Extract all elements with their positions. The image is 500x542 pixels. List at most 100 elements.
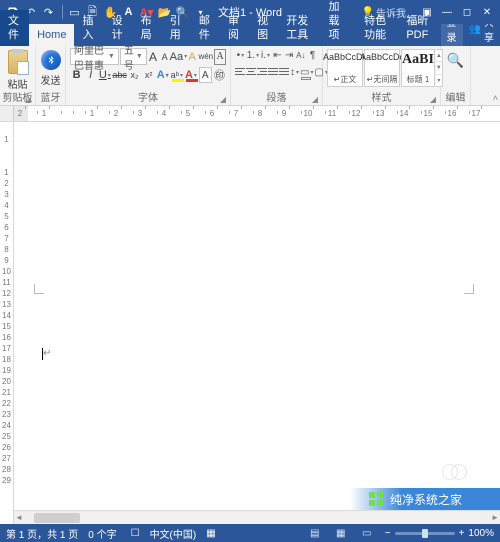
phonetic-guide-button[interactable]: wén bbox=[198, 49, 213, 65]
ruler-tick: 1 bbox=[86, 109, 98, 118]
ruler-tick: 16 bbox=[446, 109, 458, 118]
line-spacing-glyph: ↕ bbox=[290, 67, 295, 78]
bluetooth-send-label[interactable]: 发送 bbox=[41, 72, 61, 87]
align-center-button[interactable] bbox=[246, 65, 256, 80]
tab-view[interactable]: 视图 bbox=[249, 10, 278, 46]
redo-icon[interactable]: ↷ bbox=[40, 4, 57, 21]
char-shading-button[interactable]: A bbox=[199, 67, 212, 83]
styles-launcher-icon[interactable]: ◢ bbox=[428, 94, 438, 104]
chevron-down-icon: ▼ bbox=[108, 53, 115, 60]
multilevel-button[interactable]: i.▾ bbox=[260, 48, 271, 63]
clear-format-button[interactable]: A bbox=[187, 49, 198, 65]
status-macro-icon[interactable]: ▦ bbox=[206, 528, 215, 539]
view-read-icon[interactable]: ▤ bbox=[307, 526, 323, 540]
tab-home[interactable]: Home bbox=[29, 24, 74, 46]
close-icon[interactable]: ✕ bbox=[478, 3, 496, 21]
scroll-thumb[interactable] bbox=[34, 513, 80, 523]
horizontal-ruler[interactable]: 211234567891011121314151617 bbox=[0, 106, 500, 122]
style-normal[interactable]: AaBbCcDc ↵正文 bbox=[327, 49, 363, 87]
text-effects-button[interactable]: A▾ bbox=[156, 67, 169, 83]
strike-button[interactable]: abc bbox=[112, 67, 127, 83]
font-color-button[interactable]: A▾ bbox=[184, 67, 197, 83]
ruler-tick: 12 bbox=[0, 289, 13, 300]
find-icon[interactable]: 🔍 bbox=[447, 52, 464, 69]
tab-addins[interactable]: 加载项 bbox=[320, 0, 356, 46]
subscript-button[interactable]: x₂ bbox=[128, 67, 141, 83]
style-nospacing[interactable]: AaBbCcDc ↵无间隔 bbox=[364, 49, 400, 87]
ruler-tick: 10 bbox=[302, 109, 314, 118]
line-spacing-button[interactable]: ↕▾ bbox=[290, 65, 299, 80]
tab-layout[interactable]: 布局 bbox=[133, 10, 162, 46]
group-clipboard: 粘贴 剪贴板 ◢ bbox=[0, 46, 36, 105]
grow-font-button[interactable]: A bbox=[148, 49, 159, 65]
minimize-icon[interactable]: — bbox=[438, 3, 456, 21]
shrink-font-button[interactable]: A bbox=[159, 49, 170, 65]
scroll-track[interactable] bbox=[34, 513, 480, 523]
status-language[interactable]: 中文(中国) bbox=[150, 526, 197, 541]
document-viewport[interactable]: ↵ bbox=[14, 122, 500, 510]
tab-file[interactable]: 文件 bbox=[0, 10, 29, 46]
bluetooth-icon[interactable] bbox=[41, 50, 61, 70]
status-page[interactable]: 第 1 页，共 1 页 bbox=[6, 526, 78, 541]
ruler-tick: 17 bbox=[0, 344, 13, 355]
zoom-in-icon[interactable]: + bbox=[459, 528, 465, 539]
view-print-icon[interactable]: ▦ bbox=[333, 526, 349, 540]
zoom-level[interactable]: 100% bbox=[468, 528, 494, 539]
tab-references[interactable]: 引用 bbox=[162, 10, 191, 46]
horizontal-scrollbar[interactable]: ◄ ► bbox=[14, 510, 500, 524]
collapse-ribbon-icon[interactable]: ˄ bbox=[493, 93, 498, 103]
enclose-char-button[interactable]: ㊞ bbox=[213, 67, 226, 83]
zoom-control[interactable]: − + 100% bbox=[385, 528, 494, 539]
zoom-out-icon[interactable]: − bbox=[385, 528, 391, 539]
align-right-button[interactable] bbox=[257, 65, 267, 80]
vertical-ruler[interactable]: 1123456789101112131415161718192021222324… bbox=[0, 122, 14, 524]
sort-button[interactable]: A↓ bbox=[295, 48, 306, 63]
tab-review[interactable]: 审阅 bbox=[220, 10, 249, 46]
show-marks-button[interactable]: ¶ bbox=[307, 48, 318, 63]
maximize-icon[interactable]: ◻ bbox=[458, 3, 476, 21]
style-name: ↵正文 bbox=[334, 74, 357, 85]
ruler-tick: 17 bbox=[470, 109, 482, 118]
status-words[interactable]: 0 个字 bbox=[88, 526, 116, 541]
paragraph-launcher-icon[interactable]: ◢ bbox=[310, 94, 320, 104]
view-web-icon[interactable]: ▭ bbox=[359, 526, 375, 540]
underline-button[interactable]: U▾ bbox=[98, 67, 111, 83]
font-size-combo[interactable]: 五号 ▼ bbox=[120, 48, 147, 65]
scroll-left-icon[interactable]: ◄ bbox=[14, 513, 24, 522]
align-left-button[interactable] bbox=[235, 65, 245, 80]
tab-mailings[interactable]: 邮件 bbox=[191, 10, 220, 46]
ruler-tick: 21 bbox=[0, 388, 13, 399]
status-lang-icon[interactable]: ☐ bbox=[131, 528, 140, 539]
italic-button[interactable]: I bbox=[84, 67, 97, 83]
paste-icon[interactable] bbox=[8, 50, 28, 74]
bullets-button[interactable]: •▾ bbox=[235, 48, 246, 63]
bold-button[interactable]: B bbox=[70, 67, 83, 83]
highlight-button[interactable]: aᵇ▾ bbox=[170, 67, 183, 83]
scroll-right-icon[interactable]: ► bbox=[490, 513, 500, 522]
clipboard-launcher-icon[interactable]: ◢ bbox=[23, 94, 33, 104]
align-distributed-button[interactable] bbox=[279, 65, 289, 80]
font-name-combo[interactable]: 阿里巴巴普惠 ▼ bbox=[70, 48, 119, 65]
decrease-indent-button[interactable]: ⇤ bbox=[272, 48, 283, 63]
tab-devtools[interactable]: 开发工具 bbox=[278, 10, 320, 46]
zoom-slider[interactable] bbox=[395, 532, 455, 535]
style-heading1[interactable]: AaBI 标题 1 bbox=[401, 49, 435, 87]
ruler-tick: 26 bbox=[0, 443, 13, 454]
numbering-button[interactable]: 1.▾ bbox=[247, 48, 259, 63]
font-launcher-icon[interactable]: ◢ bbox=[218, 94, 228, 104]
page-2[interactable]: ↵ bbox=[24, 308, 484, 510]
align-justify-button[interactable] bbox=[268, 65, 278, 80]
char-border-button[interactable]: A bbox=[214, 49, 226, 65]
tell-me-box[interactable]: 💡 告诉我… bbox=[362, 5, 416, 20]
style-gallery: AaBbCcDc ↵正文 AaBbCcDc ↵无间隔 AaBI 标题 1 ▲ ▼… bbox=[327, 49, 436, 87]
increase-indent-button[interactable]: ⇥ bbox=[284, 48, 295, 63]
ribbon-display-icon[interactable]: ▣ bbox=[418, 3, 436, 21]
change-case-button[interactable]: Aa▾ bbox=[171, 49, 186, 65]
ruler-tick: 4 bbox=[158, 109, 170, 118]
page-1-bottom bbox=[24, 122, 484, 300]
ruler-tick: 12 bbox=[350, 109, 362, 118]
shading-button[interactable]: ▭▾ bbox=[300, 65, 313, 80]
group-paragraph-label: 段落 bbox=[231, 89, 322, 104]
superscript-button[interactable]: x² bbox=[142, 67, 155, 83]
ruler-tick: 9 bbox=[0, 256, 13, 267]
